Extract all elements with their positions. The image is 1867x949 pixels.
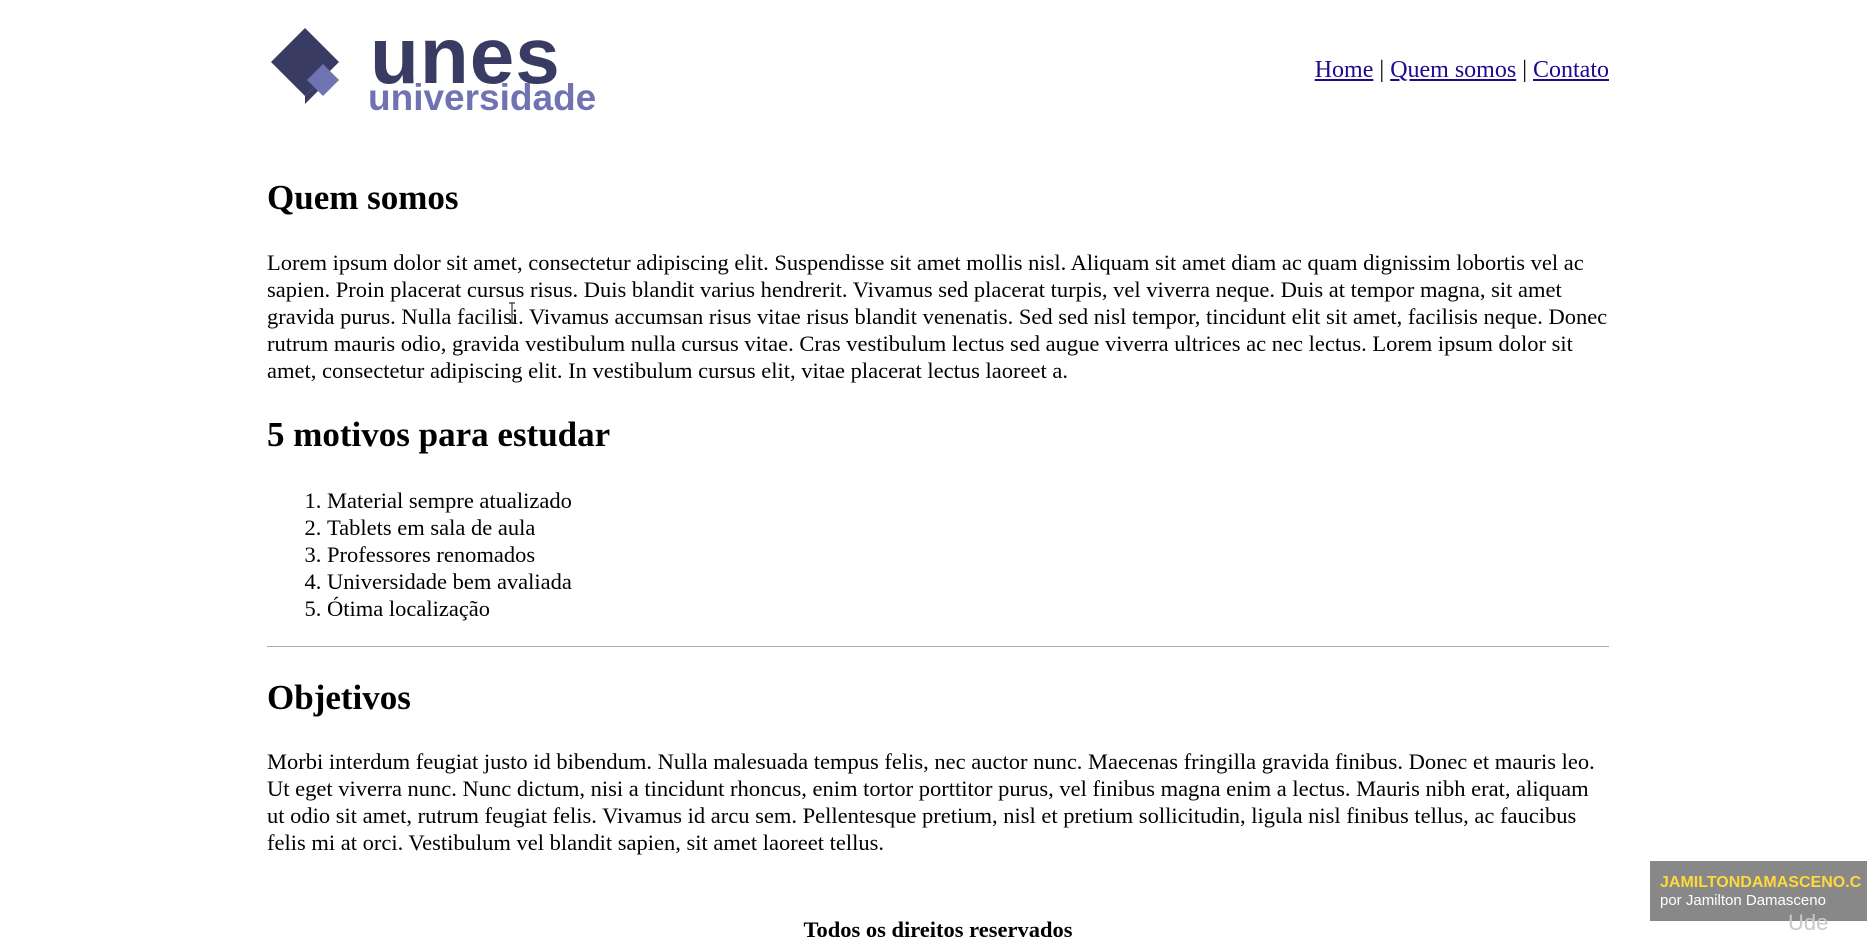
page-content: unes universidade Home | Quem somos | Contat… — [267, 0, 1609, 941]
video-watermark: JAMILTONDAMASCENO.C por Jamilton Damasce… — [1650, 861, 1867, 921]
logo-subtitle: universidade — [368, 77, 597, 118]
list-item: Tablets em sala de aula — [327, 514, 572, 541]
nav-link-home[interactable]: Home — [1315, 57, 1374, 83]
site-header: unes universidade Home | Quem somos | Contat… — [267, 0, 1609, 150]
text-cursor-icon — [509, 302, 515, 324]
nav-link-quem-somos[interactable]: Quem somos — [1390, 57, 1516, 83]
list-item: Universidade bem avaliada — [327, 568, 572, 595]
list-item: Professores renomados — [327, 541, 572, 568]
nav-separator: | — [1522, 57, 1527, 83]
list-item: Ótima localização — [327, 595, 572, 622]
section-heading: Objetivos — [267, 678, 411, 717]
main-nav: Home | Quem somos | Contato — [1315, 58, 1609, 82]
section-heading: Quem somos — [267, 178, 459, 217]
section-paragraph: Lorem ipsum dolor sit amet, consectetur … — [267, 250, 1608, 383]
watermark-site: JAMILTONDAMASCENO.C — [1660, 874, 1862, 891]
list-item: Material sempre atualizado — [327, 487, 572, 514]
unes-logo[interactable]: unes universidade — [267, 16, 607, 123]
watermark-author: por Jamilton Damasceno — [1660, 892, 1826, 909]
nav-separator: | — [1379, 57, 1385, 83]
section-heading: 5 motivos para estudar — [267, 415, 611, 454]
nav-link-contato[interactable]: Contato — [1533, 57, 1609, 83]
udemy-logo: Ude — [1788, 910, 1829, 935]
site-footer: Todos os direitos reservados — [803, 917, 1073, 942]
reasons-list: Material sempre atualizado Tablets em sa… — [267, 487, 572, 622]
section-paragraph: Morbi interdum feugiat justo id bibendum… — [267, 749, 1595, 855]
horizontal-divider — [267, 646, 1609, 647]
diamond-logo-icon — [271, 28, 339, 104]
